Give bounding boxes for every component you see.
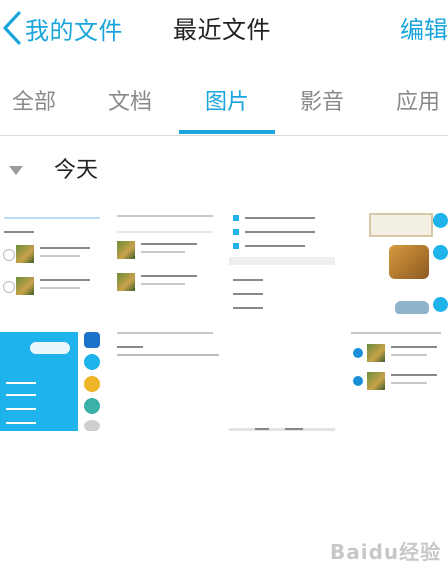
image-thumbnail[interactable] (0, 211, 106, 314)
watermark-text: Baidu经验 (330, 540, 442, 564)
tab-images[interactable]: 图片 (205, 84, 249, 116)
image-thumbnail[interactable] (113, 211, 219, 314)
image-thumbnail[interactable] (347, 328, 448, 431)
baidu-jingyan-watermark: Baidu经验 (330, 530, 448, 570)
back-button[interactable]: 我的文件 (0, 8, 123, 48)
tab-apps[interactable]: 应用 (396, 84, 440, 116)
image-thumbnail[interactable] (0, 328, 106, 431)
image-thumbnail[interactable] (229, 211, 335, 314)
page-title: 最近文件 (173, 16, 271, 44)
image-thumbnail[interactable] (229, 328, 335, 431)
top-nav-bar: 我的文件 最近文件 编辑 (0, 0, 448, 58)
section-header-today[interactable]: 今天 (0, 140, 448, 200)
category-tabs: 全部 文档 图片 影音 应用 (0, 72, 448, 136)
tab-media[interactable]: 影音 (300, 84, 344, 116)
tab-all[interactable]: 全部 (12, 84, 56, 116)
tabs-divider (0, 135, 448, 136)
chevron-left-icon (3, 11, 21, 45)
active-tab-indicator (179, 130, 275, 134)
edit-button[interactable]: 编辑 (400, 10, 448, 45)
tab-documents[interactable]: 文档 (108, 84, 152, 116)
image-thumbnail[interactable] (113, 328, 219, 431)
image-thumbnail[interactable] (347, 211, 448, 314)
section-label: 今天 (54, 158, 99, 183)
triangle-down-icon (9, 166, 23, 175)
back-label: 我的文件 (25, 16, 123, 45)
